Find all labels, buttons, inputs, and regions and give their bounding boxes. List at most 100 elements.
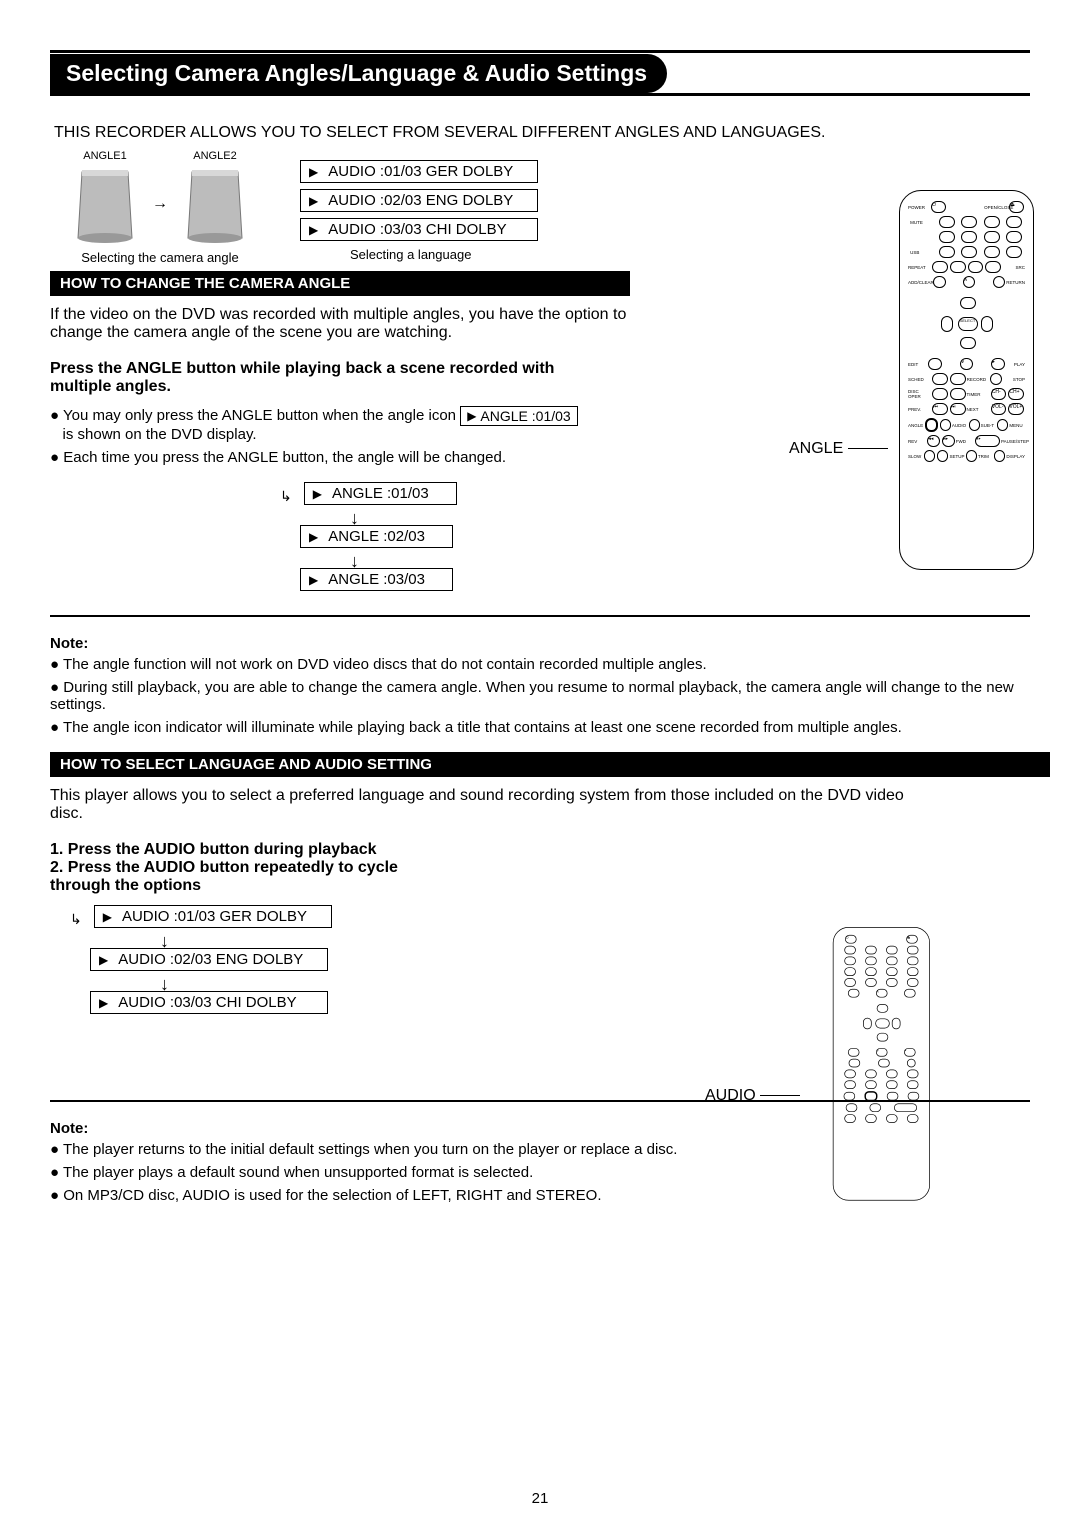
fwd-button[interactable]: ▸▸ <box>942 435 955 447</box>
num-button[interactable] <box>865 957 877 966</box>
mute-button[interactable] <box>939 216 955 228</box>
setup-button[interactable] <box>937 450 948 462</box>
select-button[interactable]: SELECT <box>958 317 978 331</box>
display-button[interactable] <box>907 1114 919 1123</box>
rev-button[interactable]: ◂◂ <box>927 435 940 447</box>
vol-down-button[interactable]: VOL- <box>991 403 1007 415</box>
return-button[interactable] <box>993 276 1006 288</box>
dpad-right[interactable] <box>891 1018 900 1030</box>
num-button[interactable] <box>886 957 898 966</box>
prev-button[interactable] <box>844 1080 856 1089</box>
trim-button[interactable] <box>886 1114 898 1123</box>
slow-button[interactable] <box>924 450 935 462</box>
display-button[interactable] <box>994 450 1005 462</box>
power-button[interactable]: ⏻ <box>931 201 946 213</box>
timer-button[interactable] <box>950 388 966 400</box>
return-button[interactable] <box>904 989 916 998</box>
edit-button[interactable] <box>848 1048 860 1057</box>
dpad-down[interactable] <box>960 337 976 349</box>
num-button[interactable] <box>1006 246 1022 258</box>
dpad-right[interactable] <box>981 316 993 332</box>
power-button[interactable]: ⏻ <box>845 935 857 944</box>
num-button[interactable] <box>968 261 984 273</box>
subt-button[interactable] <box>969 419 980 431</box>
num-button[interactable] <box>950 261 966 273</box>
ch-up-button[interactable]: CH+ <box>1008 388 1024 400</box>
open-close-button[interactable]: ⏏ <box>1009 201 1024 213</box>
nav-down-button[interactable]: ∨ <box>960 358 973 370</box>
play-button[interactable]: ▸ <box>991 358 1004 370</box>
angle-button[interactable] <box>844 1092 856 1101</box>
num-button[interactable] <box>886 967 898 976</box>
next-button[interactable]: ⏭ <box>950 403 966 415</box>
nav-up-button[interactable]: ∧ <box>963 276 976 288</box>
num-button[interactable] <box>907 967 919 976</box>
usb-button[interactable] <box>844 967 856 976</box>
disc-oper-button[interactable] <box>932 388 948 400</box>
angle-button[interactable] <box>925 418 938 432</box>
audio-button[interactable] <box>940 419 951 431</box>
num-button[interactable] <box>865 946 877 955</box>
usb-button[interactable] <box>939 246 955 258</box>
stop-button[interactable] <box>990 373 1002 385</box>
fwd-button[interactable] <box>870 1103 882 1112</box>
nav-up-button[interactable]: ∧ <box>876 989 888 998</box>
ch-down-button[interactable] <box>886 1070 898 1079</box>
dpad-up[interactable] <box>960 297 976 309</box>
add-clear-button[interactable] <box>933 276 946 288</box>
num-button[interactable] <box>865 978 877 987</box>
num-button[interactable] <box>984 216 1000 228</box>
menu-button[interactable] <box>997 419 1008 431</box>
vol-up-button[interactable] <box>907 1080 919 1089</box>
edit-button[interactable] <box>928 358 941 370</box>
num-button[interactable] <box>865 967 877 976</box>
src-button[interactable] <box>985 261 1001 273</box>
num-button[interactable] <box>907 957 919 966</box>
num-button[interactable] <box>939 231 955 243</box>
add-clear-button[interactable] <box>848 989 860 998</box>
slow-button[interactable] <box>844 1114 856 1123</box>
mute-button[interactable] <box>844 946 856 955</box>
src-button[interactable] <box>907 978 919 987</box>
num-button[interactable] <box>907 946 919 955</box>
sched-button[interactable] <box>932 373 948 385</box>
record-button[interactable] <box>950 373 966 385</box>
subt-button[interactable] <box>887 1092 899 1101</box>
timer-button[interactable] <box>865 1070 877 1079</box>
num-button[interactable] <box>1006 231 1022 243</box>
num-button[interactable] <box>961 216 977 228</box>
stop-button[interactable] <box>907 1059 916 1068</box>
num-button[interactable] <box>984 246 1000 258</box>
disc-oper-button[interactable] <box>844 1070 856 1079</box>
menu-button[interactable] <box>907 1092 919 1101</box>
nav-down-button[interactable]: ∨ <box>876 1048 888 1057</box>
repeat-button[interactable] <box>844 978 856 987</box>
num-button[interactable] <box>1006 216 1022 228</box>
num-button[interactable] <box>886 946 898 955</box>
num-button[interactable] <box>844 957 856 966</box>
audio-button[interactable] <box>865 1091 878 1101</box>
repeat-button[interactable] <box>932 261 948 273</box>
num-button[interactable] <box>984 231 1000 243</box>
num-button[interactable] <box>961 231 977 243</box>
vol-down-button[interactable] <box>886 1080 898 1089</box>
open-close-button[interactable]: ⏏ <box>906 935 918 944</box>
record-button[interactable] <box>878 1059 890 1068</box>
dpad-up[interactable] <box>876 1004 888 1013</box>
num-button[interactable] <box>961 246 977 258</box>
dpad-left[interactable] <box>941 316 953 332</box>
ch-down-button[interactable]: CH- <box>991 388 1007 400</box>
prev-button[interactable]: ⏮ <box>932 403 948 415</box>
setup-button[interactable] <box>865 1114 877 1123</box>
select-button[interactable] <box>875 1018 889 1028</box>
rev-button[interactable] <box>846 1103 858 1112</box>
next-button[interactable] <box>865 1080 877 1089</box>
vol-up-button[interactable]: VOL+ <box>1008 403 1024 415</box>
trim-button[interactable] <box>966 450 977 462</box>
ch-up-button[interactable] <box>907 1070 919 1079</box>
sched-button[interactable] <box>848 1059 860 1068</box>
dpad-down[interactable] <box>876 1033 888 1042</box>
dpad-left[interactable] <box>863 1018 872 1030</box>
num-button[interactable] <box>886 978 898 987</box>
play-button[interactable]: ▸ <box>904 1048 916 1057</box>
